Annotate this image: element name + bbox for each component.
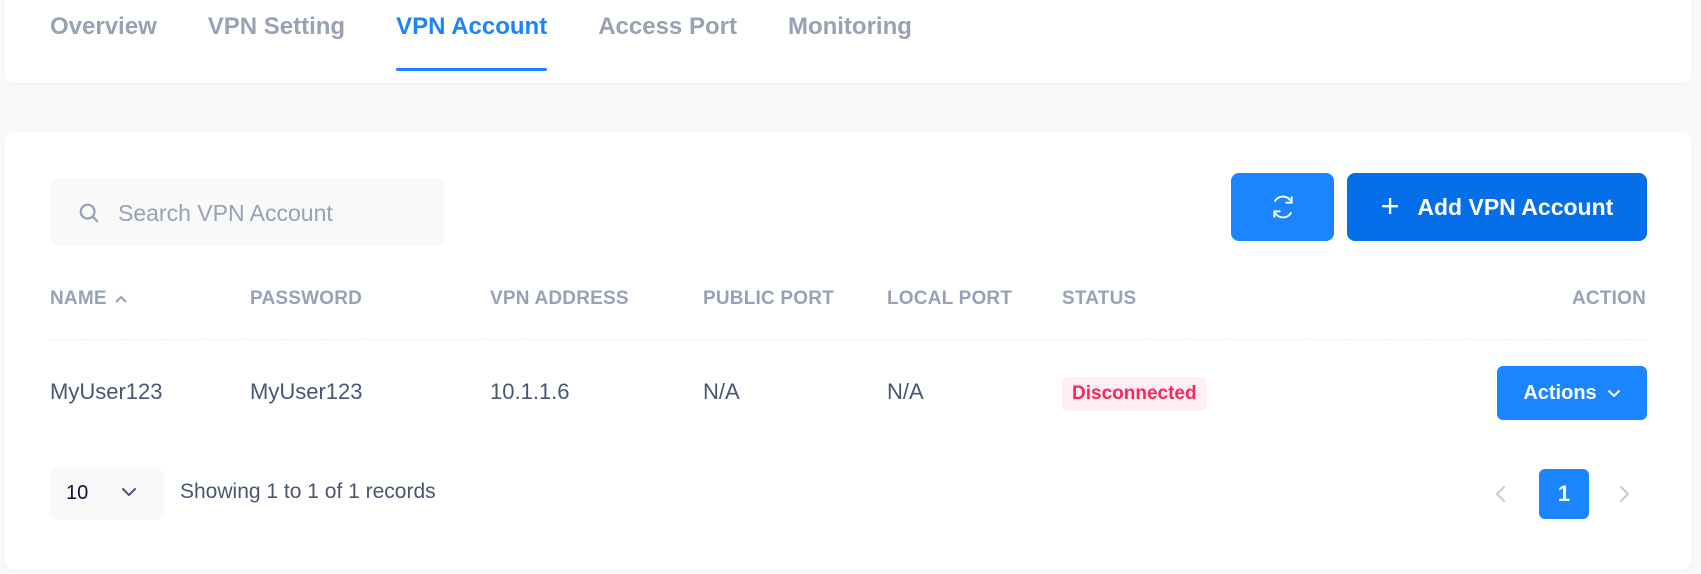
chevron-down-icon [1607, 390, 1620, 397]
tab-bar: Overview VPN Setting VPN Account Access … [50, 0, 912, 71]
search-box [50, 178, 444, 248]
status-badge: Disconnected [1062, 377, 1207, 411]
search-icon [79, 203, 99, 223]
refresh-button[interactable] [1231, 173, 1334, 241]
add-vpn-account-label: Add VPN Account [1417, 193, 1614, 220]
refresh-icon [1272, 195, 1293, 219]
column-header-password: PASSWORD [250, 288, 363, 309]
column-header-action: ACTION [1571, 288, 1646, 309]
cell-local-port: N/A [887, 379, 924, 404]
cell-name: MyUser123 [50, 379, 163, 404]
tab-vpn-account[interactable]: VPN Account [396, 0, 548, 71]
chevron-left-icon[interactable] [1494, 482, 1508, 506]
page-size-select[interactable]: 10 [50, 468, 164, 520]
tab-vpn-setting[interactable]: VPN Setting [208, 0, 345, 71]
plus-icon: + [1380, 188, 1400, 224]
actions-button[interactable]: Actions [1497, 366, 1647, 420]
tab-overview[interactable]: Overview [50, 0, 157, 71]
page-button-1[interactable]: 1 [1539, 469, 1589, 519]
column-header-name[interactable]: NAME [50, 288, 127, 310]
vpn-account-card: + Add VPN Account NAME PASSWORD VPN ADDR… [4, 132, 1692, 570]
page-size-value: 10 [66, 482, 89, 504]
column-header-vpn-address: VPN ADDRESS [490, 288, 629, 309]
tabs-card: Overview VPN Setting VPN Account Access … [4, 0, 1692, 83]
sort-ascending-icon [115, 295, 127, 303]
column-header-public-port: PUBLIC PORT [703, 288, 834, 309]
add-vpn-account-button[interactable]: + Add VPN Account [1347, 173, 1647, 241]
chevron-right-icon[interactable] [1617, 482, 1631, 506]
column-header-local-port: LOCAL PORT [887, 288, 1013, 309]
cell-password: MyUser123 [250, 379, 363, 404]
tab-monitoring[interactable]: Monitoring [788, 0, 912, 71]
actions-label: Actions [1523, 381, 1597, 404]
cell-public-port: N/A [703, 379, 740, 404]
records-summary: Showing 1 to 1 of 1 records [180, 480, 436, 503]
tab-access-port[interactable]: Access Port [598, 0, 737, 71]
cell-vpn-address: 10.1.1.6 [490, 379, 570, 404]
chevron-down-icon [122, 488, 136, 496]
column-header-status: STATUS [1062, 288, 1137, 309]
search-input[interactable] [116, 178, 440, 248]
header-divider [50, 339, 1647, 340]
